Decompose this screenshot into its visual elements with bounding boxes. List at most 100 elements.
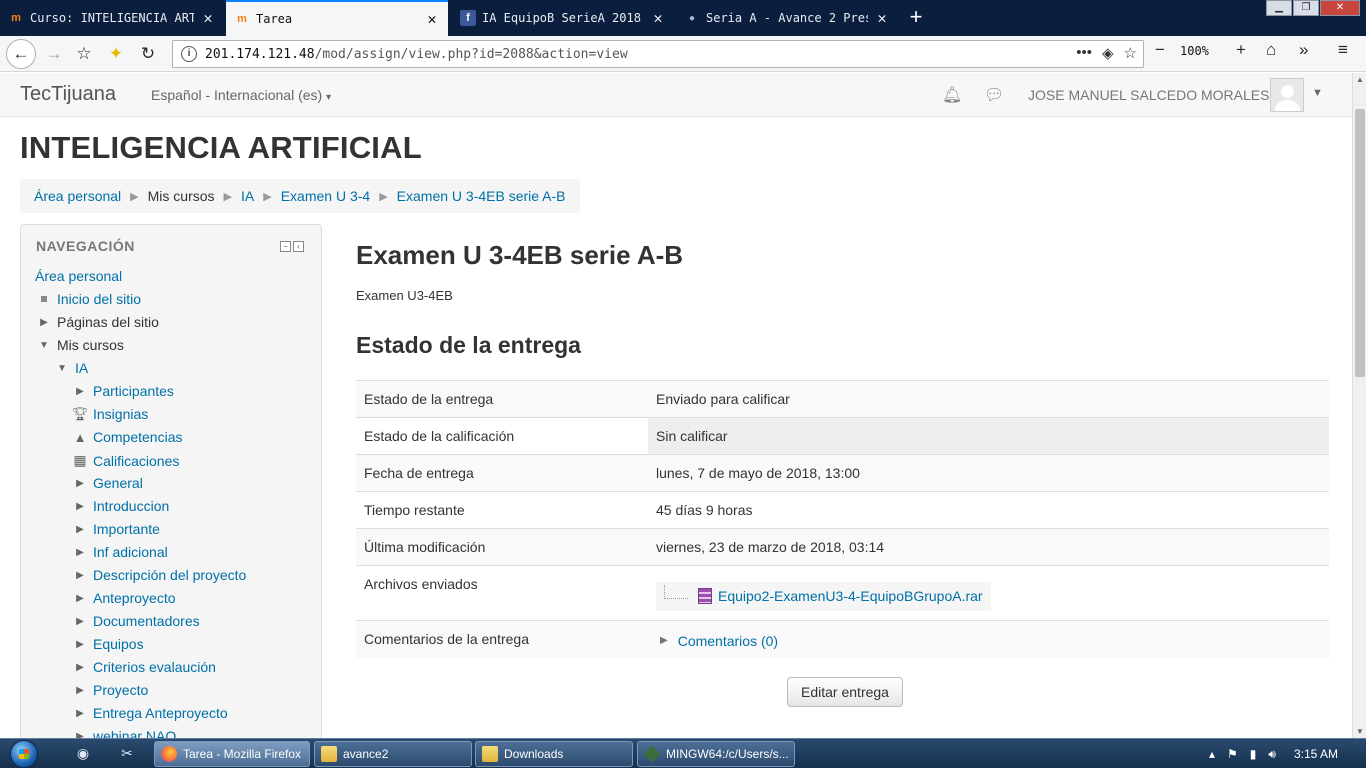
- comments-link[interactable]: Comentarios (0): [678, 633, 778, 649]
- tab-tarea[interactable]: m Tarea ✕: [226, 0, 448, 36]
- restore-icon[interactable]: ❐: [1293, 0, 1319, 16]
- minimize-icon[interactable]: ▁: [1266, 0, 1292, 16]
- expand-arrow-icon[interactable]: ▶: [71, 616, 89, 627]
- nav-item-label[interactable]: IA: [75, 360, 88, 376]
- collapse-arrow-icon[interactable]: ▼: [53, 363, 71, 374]
- nav-item-competencias[interactable]: ▲ Competencias: [71, 429, 183, 445]
- collapse-block-icon[interactable]: −: [280, 241, 291, 252]
- pocket-icon[interactable]: ☆: [70, 40, 98, 68]
- quicklaunch-tool-icon[interactable]: ✂: [118, 745, 136, 763]
- nav-item-equipos[interactable]: ▶ Equipos: [71, 636, 144, 652]
- nav-item-ia[interactable]: ▼ IA: [53, 360, 88, 376]
- nav-item-importante[interactable]: ▶ Importante: [71, 521, 160, 537]
- nav-item-area-personal[interactable]: Área personal: [35, 268, 122, 284]
- pocket-save-icon[interactable]: ◈: [1102, 44, 1114, 62]
- bookmark-star-icon[interactable]: ☆: [1124, 44, 1137, 62]
- info-icon[interactable]: i: [181, 46, 197, 62]
- nav-item-entrega-anteproyecto[interactable]: ▶ Entrega Anteproyecto: [71, 705, 228, 721]
- zoom-out-icon[interactable]: −: [1155, 40, 1165, 60]
- breadcrumb-area-personal[interactable]: Área personal: [34, 188, 121, 204]
- nav-item-paginas[interactable]: ▶ Páginas del sitio: [35, 314, 159, 330]
- expand-arrow-icon[interactable]: ▶: [660, 635, 668, 646]
- close-tab-icon[interactable]: ✕: [650, 9, 666, 27]
- expand-arrow-icon[interactable]: ▶: [35, 317, 53, 328]
- nav-item-label[interactable]: Proyecto: [93, 682, 148, 698]
- nav-item-label[interactable]: Competencias: [93, 429, 183, 445]
- nav-item-label[interactable]: General: [93, 475, 143, 491]
- start-button[interactable]: [4, 739, 44, 768]
- nav-item-label[interactable]: Área personal: [35, 268, 122, 284]
- scroll-up-icon[interactable]: ▲: [1355, 75, 1365, 84]
- volume-icon[interactable]: 🔊︎: [1268, 747, 1276, 762]
- url-bar[interactable]: i 201.174.121.48/mod/assign/view.php?id=…: [172, 40, 1144, 68]
- nav-item-anteproyecto[interactable]: ▶ Anteproyecto: [71, 590, 176, 606]
- nav-item-insignias[interactable]: 🏆︎ Insignias: [71, 406, 149, 422]
- expand-arrow-icon[interactable]: ▶: [71, 662, 89, 673]
- extension-icon[interactable]: ✦: [102, 40, 130, 68]
- nav-item-label[interactable]: Criterios evalaución: [93, 659, 216, 675]
- collapse-arrow-icon[interactable]: ▼: [35, 340, 53, 351]
- avatar[interactable]: [1270, 78, 1304, 112]
- nav-item-label[interactable]: Inf adicional: [93, 544, 168, 560]
- tab-course[interactable]: m Curso: INTELIGENCIA ARTIF ✕: [0, 0, 224, 36]
- expand-arrow-icon[interactable]: ▶: [71, 478, 89, 489]
- nav-item-label[interactable]: Equipos: [93, 636, 144, 652]
- taskbar-mingw[interactable]: MINGW64:/c/Users/s...: [637, 741, 795, 767]
- expand-arrow-icon[interactable]: ▶: [71, 639, 89, 650]
- nav-item-label[interactable]: Inicio del sitio: [57, 291, 141, 307]
- page-scrollbar[interactable]: ▲ ▼: [1352, 73, 1366, 738]
- taskbar-firefox[interactable]: Tarea - Mozilla Firefox: [154, 741, 310, 767]
- expand-arrow-icon[interactable]: ▶: [71, 386, 89, 397]
- tab-serie-a[interactable]: ● Seria A - Avance 2 Pres ✕: [676, 0, 898, 36]
- home-icon[interactable]: ⌂: [1266, 40, 1276, 60]
- nav-item-label[interactable]: Entrega Anteproyecto: [93, 705, 228, 721]
- close-tab-icon[interactable]: ✕: [200, 9, 216, 27]
- back-arrow-icon[interactable]: ←: [6, 39, 36, 69]
- nav-item-label[interactable]: Participantes: [93, 383, 174, 399]
- new-tab-button[interactable]: +: [902, 4, 930, 32]
- network-signal-icon[interactable]: ▮: [1250, 747, 1257, 761]
- action-center-icon[interactable]: ⚑: [1227, 747, 1238, 761]
- expand-arrow-icon[interactable]: ▶: [71, 524, 89, 535]
- file-link[interactable]: Equipo2-ExamenU3-4-EquipoBGrupoA.rar: [718, 588, 983, 604]
- nav-item-introduccion[interactable]: ▶ Introduccion: [71, 498, 169, 514]
- nav-item-label[interactable]: Importante: [93, 521, 160, 537]
- forward-arrow-icon[interactable]: →: [40, 40, 68, 68]
- expand-arrow-icon[interactable]: ▶: [71, 570, 89, 581]
- nav-item-criterios[interactable]: ▶ Criterios evalaución: [71, 659, 216, 675]
- overflow-chevron-icon[interactable]: »: [1299, 40, 1308, 60]
- nav-item-label[interactable]: Documentadores: [93, 613, 200, 629]
- breadcrumb-current[interactable]: Examen U 3-4EB serie A-B: [397, 188, 566, 204]
- nav-item-inf-adicional[interactable]: ▶ Inf adicional: [71, 544, 168, 560]
- zoom-level[interactable]: 100%: [1180, 44, 1209, 58]
- user-name[interactable]: JOSE MANUEL SALCEDO MORALES: [1028, 87, 1269, 103]
- nav-item-participantes[interactable]: ▶ Participantes: [71, 383, 174, 399]
- language-menu[interactable]: Español - Internacional (es) ▾: [151, 87, 331, 103]
- quicklaunch-game-icon[interactable]: ◉: [74, 745, 92, 763]
- close-window-icon[interactable]: ✕: [1320, 0, 1360, 16]
- close-tab-icon[interactable]: ✕: [874, 9, 890, 27]
- dock-block-icon[interactable]: ‹: [293, 241, 304, 252]
- breadcrumb-examen[interactable]: Examen U 3-4: [281, 188, 370, 204]
- nav-item-label[interactable]: Calificaciones: [93, 453, 179, 469]
- nav-item-mis-cursos[interactable]: ▼ Mis cursos: [35, 337, 124, 353]
- taskbar-avance2[interactable]: avance2: [314, 741, 472, 767]
- expand-arrow-icon[interactable]: ▶: [71, 501, 89, 512]
- tab-facebook[interactable]: f IA EquipoB SerieA 2018 ✕: [452, 0, 674, 36]
- url-text[interactable]: 201.174.121.48/mod/assign/view.php?id=20…: [205, 47, 628, 62]
- comments-toggle[interactable]: ▶ Comentarios (0): [656, 633, 778, 649]
- expand-arrow-icon[interactable]: ▶: [71, 547, 89, 558]
- expand-arrow-icon[interactable]: ▶: [71, 685, 89, 696]
- nav-item-documentadores[interactable]: ▶ Documentadores: [71, 613, 200, 629]
- expand-arrow-icon[interactable]: ▶: [71, 708, 89, 719]
- expand-arrow-icon[interactable]: ▶: [71, 593, 89, 604]
- nav-item-label[interactable]: Anteproyecto: [93, 590, 176, 606]
- clock[interactable]: 3:15 AM: [1294, 747, 1338, 761]
- nav-item-general[interactable]: ▶ General: [71, 475, 143, 491]
- nav-item-label[interactable]: Introduccion: [93, 498, 169, 514]
- user-menu-chevron-icon[interactable]: ▼: [1312, 87, 1323, 99]
- nav-item-label[interactable]: Insignias: [93, 406, 148, 422]
- nav-item-proyecto[interactable]: ▶ Proyecto: [71, 682, 148, 698]
- edit-submission-button[interactable]: Editar entrega: [787, 677, 903, 707]
- scroll-down-icon[interactable]: ▼: [1355, 727, 1365, 736]
